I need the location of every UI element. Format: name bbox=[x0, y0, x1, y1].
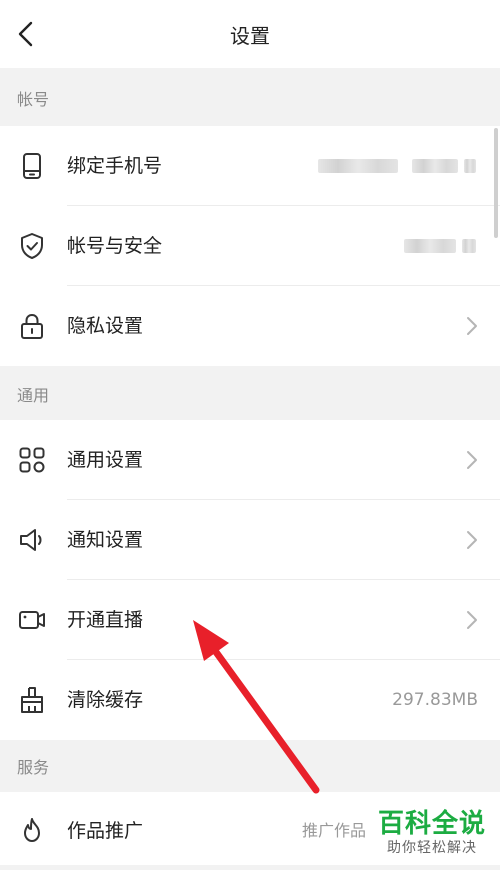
phone-icon bbox=[23, 153, 41, 179]
chevron-right-icon bbox=[467, 451, 477, 469]
watermark-logo: 百科全说 助你轻松解决 bbox=[372, 809, 492, 857]
broom-icon bbox=[21, 687, 43, 713]
header-bar: 设置 bbox=[0, 0, 500, 68]
section-header-general: 通用 bbox=[0, 366, 500, 420]
redacted-value bbox=[412, 159, 458, 173]
row-label: 通知设置 bbox=[67, 529, 144, 551]
section-label: 通用 bbox=[17, 386, 50, 405]
page-title: 设置 bbox=[230, 23, 270, 48]
section-header-account: 帐号 bbox=[0, 68, 500, 126]
chevron-left-icon[interactable] bbox=[14, 20, 38, 48]
section-label: 服务 bbox=[17, 758, 50, 777]
camera-icon bbox=[19, 611, 45, 629]
scrollbar[interactable] bbox=[494, 128, 498, 238]
row-label: 作品推广 bbox=[67, 820, 144, 842]
row-label: 隐私设置 bbox=[67, 315, 144, 337]
row-account-security[interactable]: 帐号与安全 bbox=[0, 206, 500, 286]
row-label: 开通直播 bbox=[67, 609, 144, 631]
shield-icon bbox=[21, 233, 43, 259]
watermark-sub: 助你轻松解决 bbox=[387, 840, 477, 856]
redacted-value bbox=[404, 239, 456, 253]
chevron-right-icon bbox=[467, 531, 477, 549]
lock-icon bbox=[21, 313, 43, 339]
chevron-right-icon bbox=[467, 611, 477, 629]
row-bind-phone[interactable]: 绑定手机号 bbox=[0, 126, 500, 206]
section-label: 帐号 bbox=[17, 90, 50, 109]
redacted-value bbox=[464, 159, 476, 173]
row-label: 通用设置 bbox=[67, 449, 144, 471]
row-general-settings[interactable]: 通用设置 bbox=[0, 420, 500, 500]
section-header-services: 服务 bbox=[0, 740, 500, 792]
cache-size-value: 297.83MB bbox=[392, 690, 478, 710]
row-clear-cache[interactable]: 清除缓存 297.83MB bbox=[0, 660, 500, 740]
row-label: 帐号与安全 bbox=[67, 235, 163, 257]
row-label: 清除缓存 bbox=[67, 689, 144, 711]
row-privacy[interactable]: 隐私设置 bbox=[0, 286, 500, 366]
promotion-value: 推广作品 bbox=[301, 821, 366, 840]
flame-icon bbox=[24, 818, 40, 842]
redacted-value bbox=[462, 239, 476, 253]
speaker-icon bbox=[20, 529, 42, 551]
chevron-right-icon bbox=[467, 317, 477, 335]
row-label: 绑定手机号 bbox=[67, 155, 163, 177]
watermark-main: 百科全说 bbox=[377, 809, 486, 839]
row-live[interactable]: 开通直播 bbox=[0, 580, 500, 660]
row-notification[interactable]: 通知设置 bbox=[0, 500, 500, 580]
redacted-value bbox=[318, 159, 398, 173]
grid-icon bbox=[19, 447, 45, 473]
